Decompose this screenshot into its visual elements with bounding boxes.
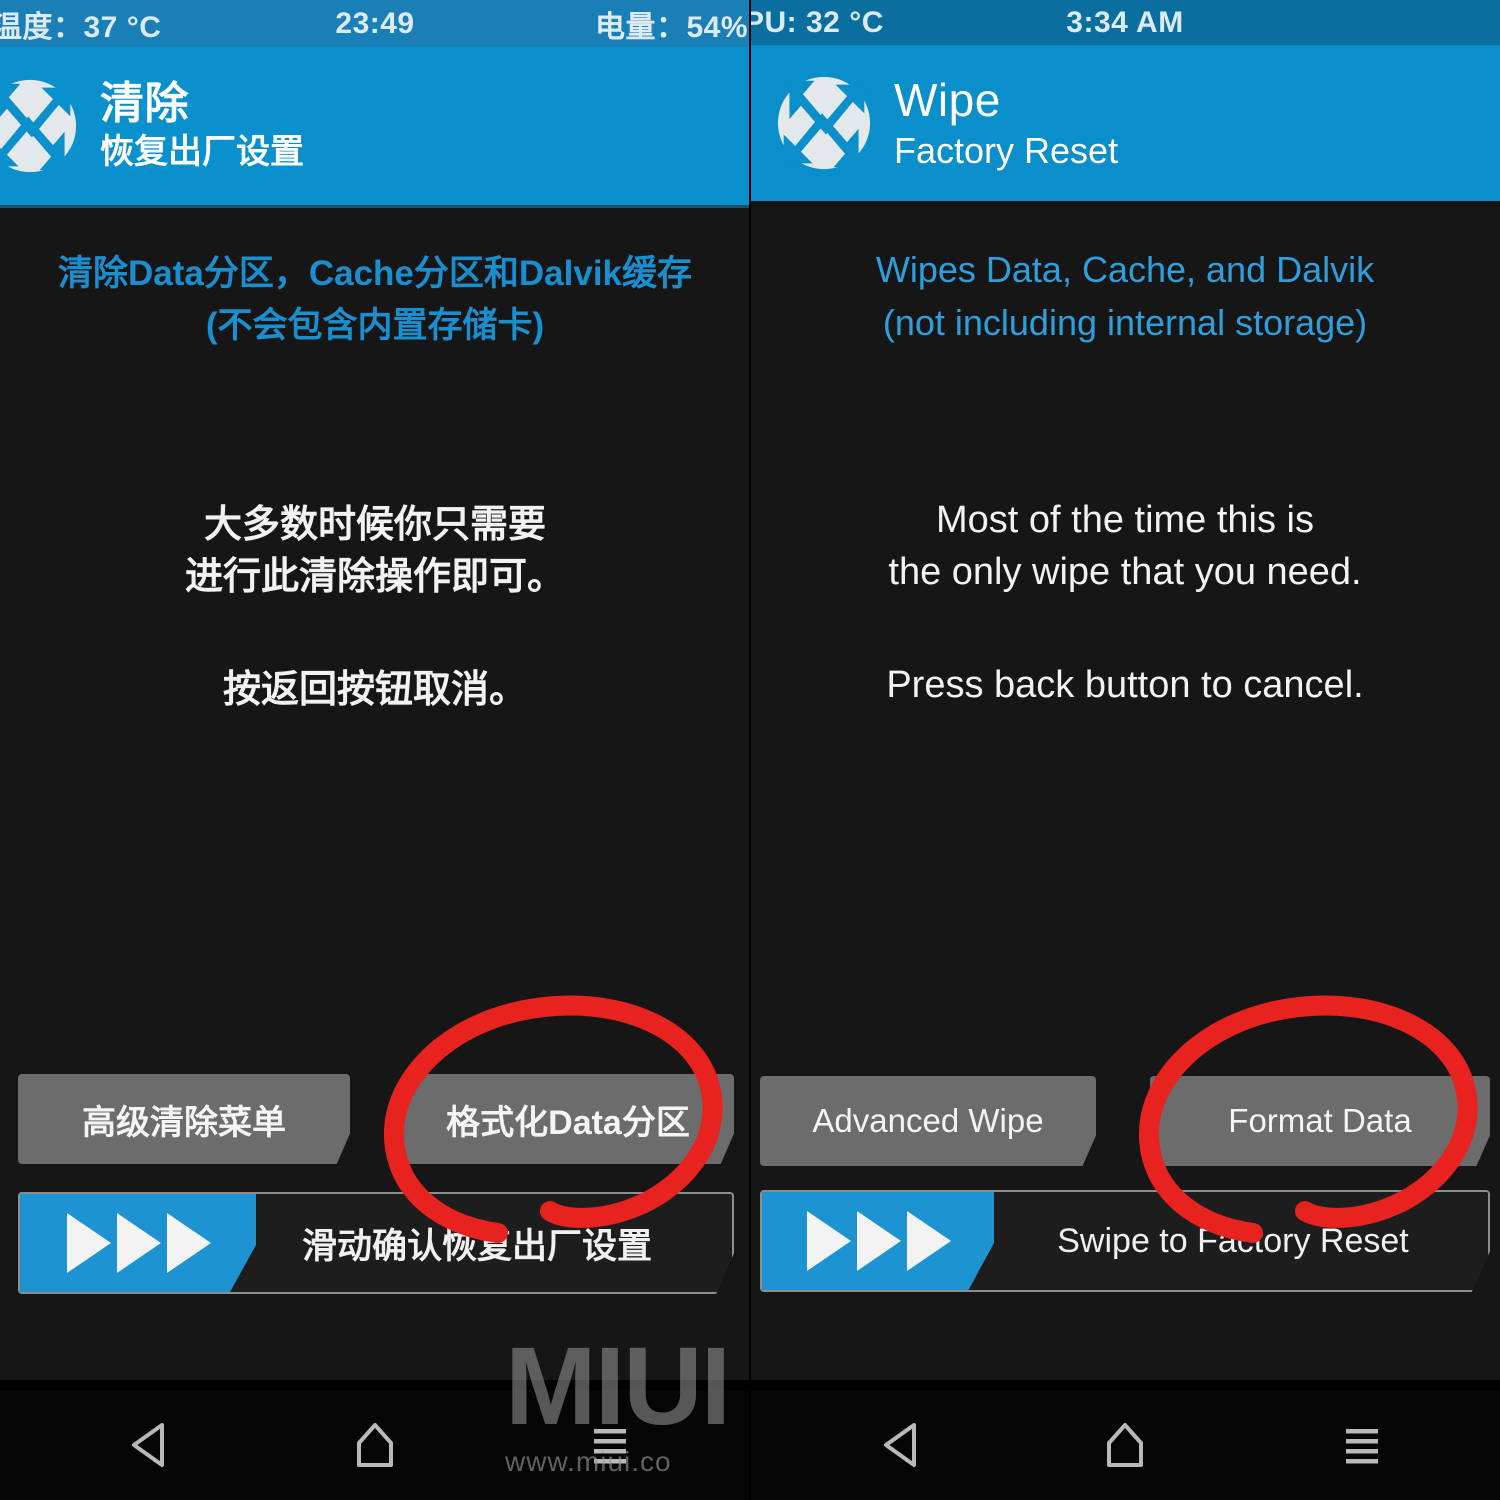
header-text: 清除 恢复出厂设置 (100, 79, 304, 172)
screen-header: Wipe Factory Reset (750, 45, 1500, 205)
header-text: Wipe Factory Reset (894, 76, 1118, 170)
twrp-logo-icon (0, 78, 78, 174)
screen-content: Wipes Data, Cache, and Dalvik (not inclu… (750, 205, 1500, 1380)
screen-content: 清除Data分区，Cache分区和Dalvik缓存 (不会包含内置存储卡) 大多… (0, 208, 750, 1380)
page-subtitle: 恢复出厂设置 (100, 133, 304, 172)
twrp-logo-icon (776, 75, 872, 171)
android-nav-bar (0, 1390, 750, 1500)
panel-divider (749, 0, 751, 1500)
slider-handle[interactable] (20, 1194, 256, 1292)
button-row: Advanced Wipe Format Data (750, 1076, 1500, 1166)
play-arrow-icon (907, 1211, 951, 1271)
screenshot-comparison: 温度：37 °C 23:49 电量：54% 清除 恢复出厂设置 清除Data分区… (0, 0, 1500, 1500)
wipe-note: Most of the time this is the only wipe t… (750, 495, 1500, 712)
android-nav-bar (750, 1390, 1500, 1500)
play-arrow-icon (807, 1211, 851, 1271)
format-data-label: Format Data (1228, 1102, 1412, 1139)
page-title: Wipe (894, 73, 1001, 126)
format-data-button[interactable]: Format Data (1150, 1076, 1490, 1166)
wipe-note-line3: Press back button to cancel. (886, 664, 1364, 707)
back-icon[interactable] (110, 1415, 190, 1475)
wipe-note-line1: 大多数时候你只需要 (203, 504, 546, 546)
wipe-description-line2: (not including internal storage) (882, 302, 1368, 344)
wipe-note-line3: 按返回按钮取消。 (222, 669, 527, 712)
format-data-button[interactable]: 格式化Data分区 (402, 1074, 734, 1164)
wipe-description-line1: 清除Data分区，Cache分区和Dalvik缓存 (57, 254, 693, 293)
advanced-wipe-button[interactable]: 高级清除菜单 (18, 1074, 350, 1164)
wipe-description-line2: (不会包含内置存储卡) (205, 305, 545, 345)
twrp-screen-chinese: 温度：37 °C 23:49 电量：54% 清除 恢复出厂设置 清除Data分区… (0, 0, 750, 1500)
status-battery: 电量：54% (594, 10, 748, 44)
wipe-note-line1: Most of the time this is (935, 499, 1314, 541)
advanced-wipe-label: Advanced Wipe (812, 1102, 1044, 1139)
advanced-wipe-button[interactable]: Advanced Wipe (760, 1076, 1096, 1166)
twrp-screen-english: PU: 32 °C 3:34 AM Wipe Factory Reset Wip… (750, 0, 1500, 1500)
status-temperature: PU: 32 °C (750, 5, 884, 39)
menu-icon[interactable] (1322, 1415, 1402, 1475)
play-arrow-icon (67, 1213, 111, 1273)
screen-header: 清除 恢复出厂设置 (0, 47, 750, 208)
status-bar: 温度：37 °C 23:49 电量：54% (0, 0, 750, 47)
wipe-note: 大多数时候你只需要 进行此清除操作即可。 按返回按钮取消。 (0, 500, 750, 717)
wipe-note-line2: the only wipe that you need. (888, 550, 1362, 593)
back-icon[interactable] (862, 1415, 942, 1475)
status-clock: 23:49 (335, 6, 415, 40)
menu-icon[interactable] (570, 1415, 650, 1475)
play-arrow-icon (857, 1211, 901, 1271)
page-title: 清除 (100, 79, 189, 129)
home-icon[interactable] (335, 1415, 415, 1475)
swipe-to-confirm-slider[interactable]: Swipe to Factory Reset (760, 1190, 1490, 1292)
wipe-description: 清除Data分区，Cache分区和Dalvik缓存 (不会包含内置存储卡) (0, 248, 750, 352)
page-subtitle: Factory Reset (894, 130, 1119, 172)
swipe-to-confirm-slider[interactable]: 滑动确认恢复出厂设置 (18, 1192, 734, 1294)
slider-label: Swipe to Factory Reset (1057, 1221, 1409, 1260)
format-data-label: 格式化Data分区 (446, 1103, 690, 1142)
button-row: 高级清除菜单 格式化Data分区 (0, 1074, 750, 1164)
advanced-wipe-label: 高级清除菜单 (82, 1103, 286, 1142)
wipe-description-line1: Wipes Data, Cache, and Dalvik (875, 249, 1375, 290)
wipe-note-line2: 进行此清除操作即可。 (184, 555, 565, 598)
wipe-description: Wipes Data, Cache, and Dalvik (not inclu… (750, 243, 1500, 350)
home-icon[interactable] (1085, 1415, 1165, 1475)
status-clock: 3:34 AM (1066, 5, 1184, 39)
slider-handle[interactable] (762, 1192, 994, 1290)
play-arrow-icon (167, 1213, 211, 1273)
status-bar: PU: 32 °C 3:34 AM (750, 0, 1500, 45)
slider-label: 滑动确认恢复出厂设置 (301, 1226, 652, 1266)
status-temperature: 温度：37 °C (0, 10, 162, 44)
play-arrow-icon (117, 1213, 161, 1273)
